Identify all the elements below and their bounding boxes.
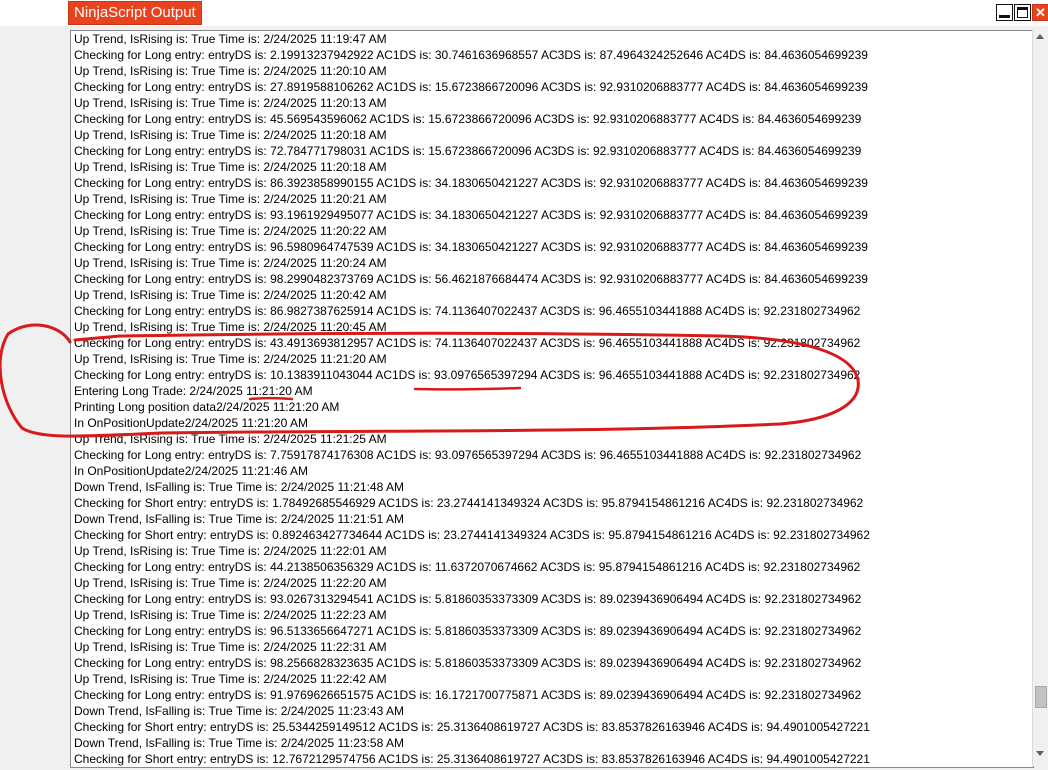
output-line: Up Trend, IsRising is: True Time is: 2/2…	[74, 128, 387, 142]
output-line: Up Trend, IsRising is: True Time is: 2/2…	[74, 608, 387, 622]
maximize-button[interactable]	[1014, 4, 1031, 21]
output-textbox[interactable]: Up Trend, IsRising is: True Time is: 2/2…	[70, 30, 1034, 768]
output-line: Up Trend, IsRising is: True Time is: 2/2…	[74, 640, 387, 654]
output-line: Up Trend, IsRising is: True Time is: 2/2…	[74, 160, 387, 174]
output-line: Checking for Short entry: entryDS is: 1.…	[74, 496, 864, 510]
output-lines: Up Trend, IsRising is: True Time is: 2/2…	[74, 31, 870, 767]
vertical-scrollbar[interactable]	[1032, 30, 1048, 766]
output-line: Up Trend, IsRising is: True Time is: 2/2…	[74, 672, 387, 686]
output-line: Checking for Long entry: entryDS is: 27.…	[74, 80, 868, 94]
output-line: Down Trend, IsFalling is: True Time is: …	[74, 480, 404, 494]
output-line: Up Trend, IsRising is: True Time is: 2/2…	[74, 432, 387, 446]
minimize-button[interactable]	[996, 4, 1013, 21]
output-line: Checking for Long entry: entryDS is: 7.7…	[74, 448, 862, 462]
output-line: Checking for Long entry: entryDS is: 45.…	[74, 112, 862, 126]
output-line: Checking for Short entry: entryDS is: 12…	[74, 752, 870, 766]
output-line: Up Trend, IsRising is: True Time is: 2/2…	[74, 192, 387, 206]
scroll-down-icon[interactable]	[1036, 751, 1044, 756]
output-line: Entering Long Trade: 2/24/2025 11:21:20 …	[74, 384, 313, 398]
output-line: Up Trend, IsRising is: True Time is: 2/2…	[74, 352, 387, 366]
output-line: Checking for Short entry: entryDS is: 0.…	[74, 528, 870, 542]
output-line: Checking for Long entry: entryDS is: 2.1…	[74, 48, 868, 62]
output-line: Checking for Long entry: entryDS is: 72.…	[74, 144, 862, 158]
output-line: In OnPositionUpdate2/24/2025 11:21:46 AM	[74, 464, 308, 478]
output-line: Checking for Long entry: entryDS is: 91.…	[74, 688, 862, 702]
output-line: Checking for Short entry: entryDS is: 25…	[74, 720, 870, 734]
output-line: Checking for Long entry: entryDS is: 98.…	[74, 656, 862, 670]
output-line: Up Trend, IsRising is: True Time is: 2/2…	[74, 320, 387, 334]
output-line: Down Trend, IsFalling is: True Time is: …	[74, 736, 404, 750]
output-line: Printing Long position data2/24/2025 11:…	[74, 400, 340, 414]
output-line: In OnPositionUpdate2/24/2025 11:21:20 AM	[74, 416, 308, 430]
output-line: Up Trend, IsRising is: True Time is: 2/2…	[74, 96, 387, 110]
output-line: Up Trend, IsRising is: True Time is: 2/2…	[74, 224, 387, 238]
output-line: Checking for Long entry: entryDS is: 86.…	[74, 176, 868, 190]
output-line: Checking for Long entry: entryDS is: 10.…	[74, 368, 861, 382]
output-line: Up Trend, IsRising is: True Time is: 2/2…	[74, 32, 387, 46]
output-line: Checking for Long entry: entryDS is: 98.…	[74, 272, 868, 286]
output-line: Up Trend, IsRising is: True Time is: 2/2…	[74, 544, 387, 558]
scroll-up-icon[interactable]	[1036, 34, 1044, 39]
scroll-thumb[interactable]	[1035, 686, 1047, 708]
output-line: Down Trend, IsFalling is: True Time is: …	[74, 704, 404, 718]
output-line: Checking for Long entry: entryDS is: 93.…	[74, 208, 868, 222]
output-line: Up Trend, IsRising is: True Time is: 2/2…	[74, 576, 387, 590]
window-title: NinjaScript Output	[68, 1, 202, 25]
output-line: Checking for Long entry: entryDS is: 96.…	[74, 624, 862, 638]
close-button[interactable]: ✕	[1032, 4, 1048, 21]
output-line: Checking for Long entry: entryDS is: 86.…	[74, 304, 861, 318]
output-line: Checking for Long entry: entryDS is: 44.…	[74, 560, 861, 574]
output-line: Checking for Long entry: entryDS is: 93.…	[74, 592, 862, 606]
title-bar: NinjaScript Output ✕	[0, 0, 1048, 26]
output-line: Down Trend, IsFalling is: True Time is: …	[74, 512, 404, 526]
output-line: Checking for Long entry: entryDS is: 43.…	[74, 336, 861, 350]
output-line: Up Trend, IsRising is: True Time is: 2/2…	[74, 256, 387, 270]
output-line: Up Trend, IsRising is: True Time is: 2/2…	[74, 288, 387, 302]
output-line: Up Trend, IsRising is: True Time is: 2/2…	[74, 64, 387, 78]
output-line: Checking for Long entry: entryDS is: 96.…	[74, 240, 868, 254]
